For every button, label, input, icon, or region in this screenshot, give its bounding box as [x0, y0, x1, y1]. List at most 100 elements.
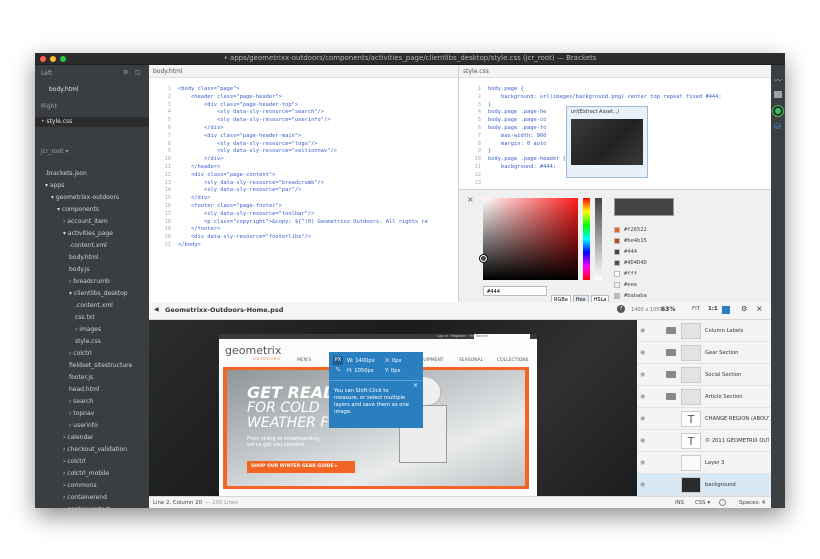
code-line[interactable]: </div> — [178, 195, 428, 203]
visibility-eye-icon[interactable]: ◉ — [640, 459, 645, 466]
html-code[interactable]: <body class="page"> <header class="page-… — [178, 86, 428, 250]
visibility-eye-icon[interactable]: ◉ — [640, 393, 645, 400]
tree-item[interactable]: › images — [35, 325, 149, 335]
swatch-label[interactable]: #f26522 — [624, 227, 647, 233]
tree-item[interactable]: › account_item — [35, 217, 149, 227]
close-icon[interactable]: × — [756, 304, 763, 313]
hue-slider[interactable] — [583, 198, 590, 280]
layer-row[interactable]: ◉ T © 2011 GEOMETRIX OUTDOORS — [637, 430, 771, 452]
tree-item[interactable]: › containerend — [35, 493, 149, 503]
code-line[interactable]: background: url(images/background.png) c… — [488, 94, 722, 102]
swatch-label[interactable]: #444 — [624, 249, 637, 255]
zoom-level[interactable]: 63% — [661, 306, 675, 313]
code-line[interactable]: <body class="page"> — [178, 86, 428, 94]
swatch-color[interactable] — [614, 282, 620, 288]
fit-button[interactable]: FIT — [692, 306, 700, 312]
code-line[interactable]: <header class="page-header"> — [178, 94, 428, 102]
extensions-icon[interactable] — [774, 91, 782, 98]
code-line[interactable]: </body> — [178, 242, 428, 250]
opacity-slider[interactable] — [595, 198, 602, 280]
tree-item[interactable]: › colctrl — [35, 349, 149, 359]
close-icon[interactable]: × — [467, 195, 474, 204]
tree-item[interactable]: › calendar — [35, 433, 149, 443]
visibility-eye-icon[interactable]: ◉ — [640, 481, 645, 488]
code-line[interactable]: <div class="page-header-top"> — [178, 102, 428, 110]
working-file-body-html[interactable]: body.html — [35, 85, 149, 95]
tree-item[interactable]: › containerstart — [35, 505, 149, 508]
code-line[interactable]: <sly data-sly-resource="breadcrumb"/> — [178, 180, 428, 188]
visibility-eye-icon[interactable]: ◉ — [640, 371, 645, 378]
tree-item[interactable]: body.js — [35, 265, 149, 275]
extract-icon[interactable] — [773, 106, 783, 116]
swatch-label[interactable]: #fff — [624, 271, 637, 277]
actual-size-button[interactable]: 1:1 — [708, 306, 718, 312]
visibility-eye-icon[interactable]: ◉ — [640, 437, 645, 444]
layers-icon[interactable]: ⛁ — [774, 122, 781, 131]
tree-item[interactable]: ▾ activities_page — [35, 229, 149, 239]
left-editor-pane[interactable]: body.html 1 2 3 4 5 6 7 8 9 10 11 12 13 14 15 16 17 18 19 2… — [149, 65, 459, 302]
percent-unit-toggle[interactable]: % — [333, 366, 343, 375]
linter-status-icon[interactable] — [719, 499, 726, 506]
project-root-dropdown[interactable]: jcr_root ▾ — [35, 147, 149, 157]
swatch-color[interactable] — [614, 293, 620, 299]
tree-item[interactable]: .brackets.json — [35, 169, 149, 179]
code-line[interactable]: <sly data-sly-resource="toolbar"/> — [178, 211, 428, 219]
layer-row[interactable]: ◉ Article Section — [637, 386, 771, 408]
layer-row[interactable]: ◉ Layer 3 — [637, 452, 771, 474]
tree-item[interactable]: › colctrl — [35, 457, 149, 467]
help-icon[interactable]: ? — [617, 305, 625, 313]
color-value-input[interactable]: #444 — [483, 286, 547, 296]
tree-item[interactable]: › checkout_validation — [35, 445, 149, 455]
code-line[interactable]: </div> — [178, 125, 428, 133]
tree-item[interactable]: › userinfo — [35, 421, 149, 431]
code-line[interactable]: <sly data-sly-resource="par"/> — [178, 187, 428, 195]
tree-item[interactable]: .content.xml — [35, 301, 149, 311]
code-line[interactable]: <p class="copyright">&copy; ${"(0) Geome… — [178, 219, 428, 227]
language-dropdown[interactable]: CSS ▾ — [695, 500, 710, 506]
code-line[interactable]: <div class="page-header-main"> — [178, 133, 428, 141]
tree-item[interactable]: .content.xml — [35, 241, 149, 251]
psd-canvas[interactable]: Log in · Register · Help Search geometri… — [149, 320, 637, 496]
tree-item[interactable]: › commons — [35, 481, 149, 491]
code-line[interactable]: <footer class="page-footer"> — [178, 203, 428, 211]
asset-preview-popup[interactable]: url(Extract Asset...) — [566, 106, 648, 178]
visibility-eye-icon[interactable]: ◉ — [640, 349, 645, 356]
indent-spaces[interactable]: Spaces: 4 — [739, 500, 765, 506]
tree-item[interactable]: footer.js — [35, 373, 149, 383]
measure-tooltip[interactable]: PX % W: 1400px X: 0px H: 1050px Y: 0px ×… — [329, 352, 423, 428]
tree-item[interactable]: head.html — [35, 385, 149, 395]
swatch-label[interactable]: #bababa — [624, 293, 647, 299]
layers-toggle-icon[interactable] — [722, 306, 730, 314]
tree-item[interactable]: ▾ apps — [35, 181, 149, 191]
swatch-color[interactable] — [614, 249, 620, 255]
swatch-label[interactable]: #eee — [624, 282, 637, 288]
tree-item[interactable]: body.html — [35, 253, 149, 263]
code-line[interactable]: <sly data-sly-resource="logo"/> — [178, 141, 428, 149]
color-handle[interactable] — [480, 255, 487, 262]
code-line[interactable]: body.page { — [488, 86, 722, 94]
layer-row[interactable]: ◉ background — [637, 474, 771, 496]
tree-item[interactable]: ▾ clientlibs_desktop — [35, 289, 149, 299]
collapse-arrow-icon[interactable]: ◀ — [154, 306, 159, 313]
tree-item[interactable]: ▾ components — [35, 205, 149, 215]
tree-item[interactable]: › search — [35, 397, 149, 407]
swatch-label[interactable]: #be4b15 — [624, 238, 647, 244]
code-line[interactable]: </header> — [178, 164, 428, 172]
saturation-area[interactable] — [483, 198, 578, 280]
tree-item[interactable]: css.txt — [35, 313, 149, 323]
visibility-eye-icon[interactable]: ◉ — [640, 415, 645, 422]
right-editor-pane[interactable]: style.css 1 2 3 4 5 6 7 8 9 10 11 12 13 body.page { … — [459, 65, 771, 189]
insert-mode[interactable]: INS — [675, 500, 684, 506]
live-preview-icon[interactable]: 〰 — [774, 75, 782, 86]
tree-item[interactable]: › colctrl_mobile — [35, 469, 149, 479]
code-line[interactable]: <div class="page-content"> — [178, 172, 428, 180]
tree-item[interactable]: style.css — [35, 337, 149, 347]
layer-row[interactable]: ◉ Column Labels — [637, 320, 771, 342]
working-file-style-css[interactable]: • style.css — [35, 117, 149, 127]
layer-row[interactable]: ◉ Social Section — [637, 364, 771, 386]
visibility-eye-icon[interactable]: ◉ — [640, 327, 645, 334]
code-line[interactable]: <sly data-sly-resource="userinfo"/> — [178, 117, 428, 125]
code-line[interactable]: <sly data-sly-resource="sectionnav"/> — [178, 148, 428, 156]
tree-item[interactable]: › topnav — [35, 409, 149, 419]
swatch-color[interactable] — [614, 260, 620, 266]
